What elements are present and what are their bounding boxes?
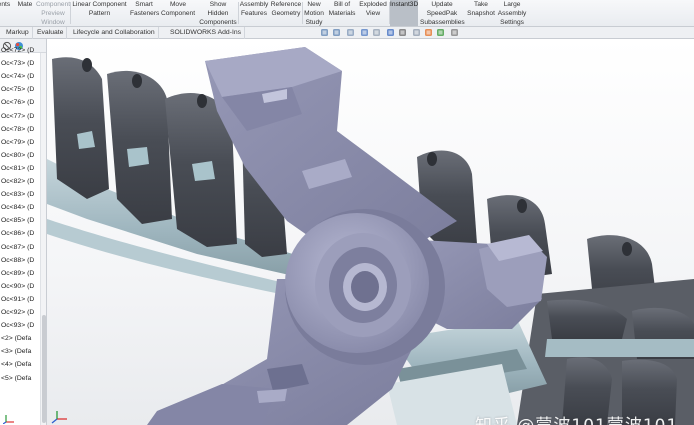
tree-item[interactable]: Oc<74> (D xyxy=(0,70,40,83)
instant3d-button[interactable]: Instant3D xyxy=(390,0,418,26)
dynamic-annotation-icon[interactable] xyxy=(372,28,381,37)
ribbon-separator xyxy=(70,2,71,24)
exploded-view-button[interactable]: Exploded View xyxy=(358,0,388,26)
edit-appearance-icon[interactable] xyxy=(424,28,433,37)
ribbon-separator xyxy=(238,2,239,24)
tree-item[interactable]: <5> (Defa xyxy=(0,372,40,385)
watermark-text: 知乎 @蒙波101蒙波101 xyxy=(475,411,678,425)
new-motion-study-button[interactable]: New Motion Study xyxy=(303,0,325,26)
apply-scene-icon[interactable] xyxy=(436,28,445,37)
tree-item[interactable]: Oc<75> (D xyxy=(0,83,40,96)
hide-show-items-icon[interactable] xyxy=(412,28,421,37)
smart-fasteners-button[interactable]: Smart Fasteners xyxy=(130,0,159,26)
command-manager-ribbon: nents MateComponent Preview WindowLinear … xyxy=(0,0,694,27)
update-speedpak-subassemblies-button[interactable]: Update SpeedPak Subassemblies xyxy=(420,0,465,26)
tree-item[interactable]: <4> (Defa xyxy=(0,358,40,371)
tree-item[interactable]: <2> (Defa xyxy=(0,332,40,345)
feature-manager-tree: Oc<72> (D Oc<73> (D Oc<74> (D Oc<75> (D Oc<7… xyxy=(0,39,47,425)
tree-item[interactable]: Oc<84> (D xyxy=(0,201,40,214)
graphics-area[interactable]: 知乎 @蒙波101蒙波101 xyxy=(47,39,694,425)
reference-geometry-button[interactable]: Reference Geometry xyxy=(270,0,302,26)
command-manager-tabs: Markup Evaluate Lifecycle and Collaborat… xyxy=(0,27,694,39)
assembly-features-button[interactable]: Assembly Features xyxy=(239,0,269,26)
tree-item[interactable]: Oc<81> (D xyxy=(0,162,40,175)
move-component-button[interactable]: Move Component xyxy=(160,0,196,26)
tab-solidworks-add-ins[interactable]: SOLIDWORKS Add-Ins xyxy=(167,27,246,39)
section-view-icon[interactable] xyxy=(360,28,369,37)
tab-evaluate[interactable]: Evaluate xyxy=(34,27,68,39)
display-style-icon[interactable] xyxy=(398,28,407,37)
tree-item[interactable]: Oc<80> (D xyxy=(0,149,40,162)
tree-item[interactable]: Oc<91> (D xyxy=(0,293,40,306)
tree-scrollbar-thumb[interactable] xyxy=(42,315,46,423)
take-snapshot-button[interactable]: Take Snapshot xyxy=(466,0,496,26)
mate-button[interactable]: Mate xyxy=(14,0,36,26)
assembly-model xyxy=(47,47,694,425)
tree-item[interactable]: Oc<93> (D xyxy=(0,319,40,332)
tree-item[interactable]: Oc<77> (D xyxy=(0,110,40,123)
tree-item[interactable]: Oc<73> (D xyxy=(0,57,40,70)
tree-item[interactable]: Oc<76> (D xyxy=(0,96,40,109)
chain-link xyxy=(52,57,109,200)
view-orientation-icon[interactable] xyxy=(386,28,395,37)
tree-item[interactable]: Oc<86> (D xyxy=(0,227,40,240)
tree-item[interactable]: Oc<83> (D xyxy=(0,188,40,201)
show-hidden-components-button[interactable]: Show Hidden Components xyxy=(199,0,237,26)
zoom-area-icon[interactable] xyxy=(332,28,341,37)
tree-item[interactable]: Oc<78> (D xyxy=(0,123,40,136)
tree-item[interactable]: Oc<90> (D xyxy=(0,280,40,293)
large-assembly-settings-button[interactable]: Large Assembly Settings xyxy=(497,0,527,26)
tab-lifecycle-and-collaboration[interactable]: Lifecycle and Collaboration xyxy=(70,27,159,39)
tree-item[interactable]: <3> (Defa xyxy=(0,345,40,358)
tree-item[interactable]: Oc<92> (D xyxy=(0,306,40,319)
zoom-to-fit-icon[interactable] xyxy=(320,28,329,37)
tree-scrollbar[interactable] xyxy=(40,53,46,425)
viewport-triad-icon xyxy=(51,411,67,424)
tab-markup[interactable]: Markup xyxy=(3,27,33,39)
tree-item[interactable]: Oc<89> (D xyxy=(0,267,40,280)
tree-item[interactable]: Oc<85> (D xyxy=(0,214,40,227)
ribbon-separator xyxy=(389,2,390,24)
ribbon-separator xyxy=(302,2,303,24)
tree-item[interactable]: Oc<87> (D xyxy=(0,241,40,254)
bill-of-materials-button[interactable]: Bill of Materials xyxy=(328,0,356,26)
origin-triad-icon xyxy=(3,415,14,424)
tree-item[interactable]: Oc<72> (D xyxy=(0,44,40,57)
tree-item[interactable]: Oc<88> (D xyxy=(0,254,40,267)
linear-component-pattern-button[interactable]: Linear Component Pattern xyxy=(71,0,128,26)
view-settings-icon[interactable] xyxy=(450,28,459,37)
tree-item[interactable]: Oc<79> (D xyxy=(0,136,40,149)
previous-view-icon[interactable] xyxy=(346,28,355,37)
tree-item[interactable]: Oc<82> (D xyxy=(0,175,40,188)
component-preview-window-button[interactable]: Component Preview Window xyxy=(36,0,70,26)
nents-button[interactable]: nents xyxy=(0,0,10,26)
